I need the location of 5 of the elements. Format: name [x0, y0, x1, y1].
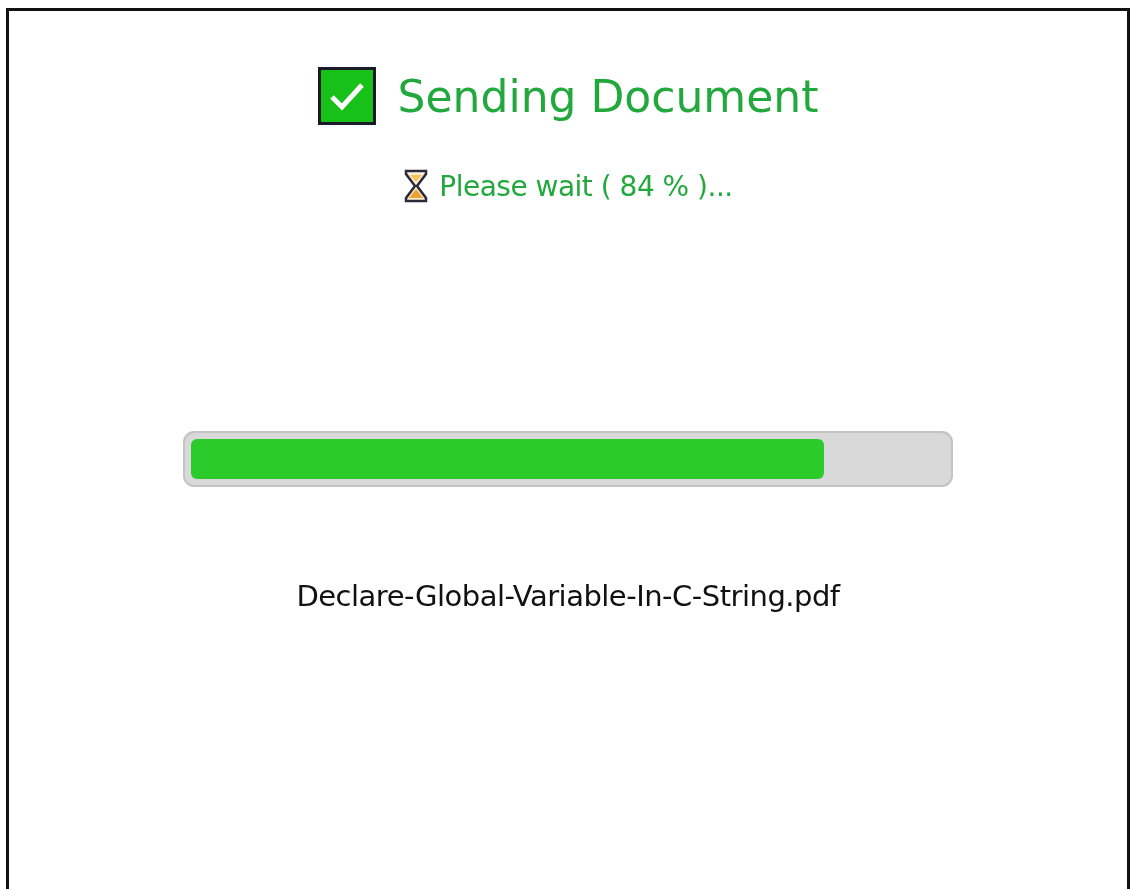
hourglass-icon [403, 169, 430, 203]
dialog-title: Sending Document [397, 70, 819, 122]
file-name: Declare-Global-Variable-In-C-String.pdf [296, 579, 840, 613]
status-text: Please wait ( 84 % )... [439, 169, 733, 203]
checkbox-tick-icon [317, 67, 376, 125]
